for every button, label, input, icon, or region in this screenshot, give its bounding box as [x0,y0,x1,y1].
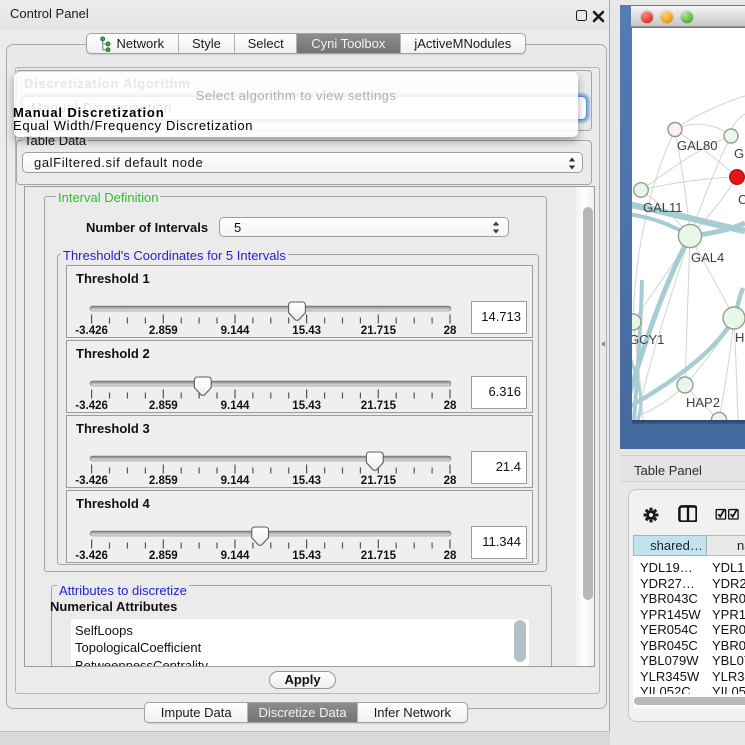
svg-text:-3.426: -3.426 [75,400,108,412]
svg-text:2.859: 2.859 [149,325,178,337]
svg-text:2.859: 2.859 [149,475,178,487]
svg-text:HAP2: HAP2 [686,395,720,410]
svg-text:2.859: 2.859 [149,400,178,412]
svg-text:G.: G. [734,146,745,161]
svg-text:9.144: 9.144 [221,475,250,487]
svg-text:15.43: 15.43 [292,325,321,337]
svg-text:15.43: 15.43 [292,475,321,487]
svg-text:28: 28 [444,475,457,487]
svg-text:28: 28 [444,550,457,562]
svg-text:9.144: 9.144 [221,325,250,337]
svg-text:9.144: 9.144 [221,550,250,562]
svg-text:28: 28 [444,400,457,412]
svg-text:2.859: 2.859 [149,550,178,562]
svg-text:C: C [738,192,745,207]
svg-text:GCY1: GCY1 [632,332,664,347]
svg-text:H: H [735,330,744,345]
svg-text:21.715: 21.715 [361,325,397,337]
svg-text:GAL4: GAL4 [691,250,724,265]
svg-text:9.144: 9.144 [221,400,250,412]
svg-text:-3.426: -3.426 [75,550,108,562]
svg-text:-3.426: -3.426 [75,325,108,337]
svg-text:15.43: 15.43 [292,550,321,562]
svg-text:28: 28 [444,325,457,337]
svg-text:GAL80: GAL80 [677,138,717,153]
svg-text:21.715: 21.715 [361,400,397,412]
svg-text:21.715: 21.715 [361,550,397,562]
svg-text:-3.426: -3.426 [75,475,108,487]
svg-text:GAL11: GAL11 [643,200,683,215]
svg-text:21.715: 21.715 [361,475,397,487]
svg-text:15.43: 15.43 [292,400,321,412]
